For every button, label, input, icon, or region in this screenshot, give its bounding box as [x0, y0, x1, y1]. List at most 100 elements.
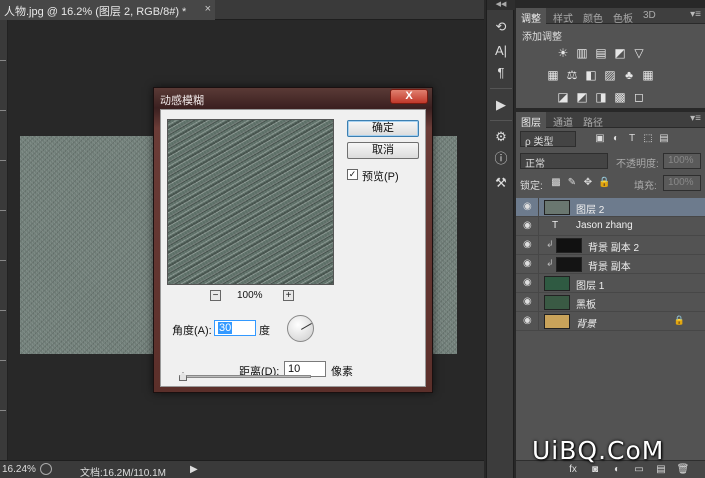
delete-layer-icon[interactable]: 🗑: [676, 463, 690, 477]
new-layer-icon[interactable]: ▤: [654, 463, 668, 477]
close-tab-icon[interactable]: ×: [205, 3, 211, 15]
preview-checkbox[interactable]: ✓: [347, 169, 358, 180]
photo-filter-icon[interactable]: ▨: [603, 68, 617, 82]
new-adjustment-layer-icon[interactable]: ◐: [610, 463, 624, 477]
layer-row[interactable]: ◉ 图层 1: [516, 274, 705, 293]
angle-input[interactable]: 30: [214, 320, 256, 336]
blend-mode-select[interactable]: 正常: [520, 153, 608, 170]
layer-name[interactable]: Jason zhang: [576, 220, 633, 231]
layer-thumbnail[interactable]: [544, 200, 570, 215]
filter-pixel-icon[interactable]: ▣: [594, 133, 606, 145]
curves-icon[interactable]: ▤: [594, 46, 608, 60]
filter-adjustment-icon[interactable]: ◐: [610, 133, 622, 145]
layer-row[interactable]: ◉ ↲ 背景 副本 2: [516, 236, 705, 255]
hue-saturation-icon[interactable]: ▦: [546, 68, 560, 82]
tab-color[interactable]: 颜色: [578, 8, 608, 25]
visibility-eye-icon[interactable]: ◉: [523, 202, 534, 212]
layer-kind-filter[interactable]: ρ 类型: [520, 131, 576, 148]
clipping-link-icon: ↲: [546, 258, 554, 268]
lock-position-icon[interactable]: ✥: [582, 177, 594, 189]
filter-smart-object-icon[interactable]: ▤: [658, 133, 670, 145]
layer-name[interactable]: 图层 1: [576, 277, 604, 292]
black-white-icon[interactable]: ◧: [584, 68, 598, 82]
layer-thumbnail[interactable]: [556, 238, 582, 253]
play-actions-icon[interactable]: ▶: [491, 96, 511, 114]
opacity-label: 不透明度:: [616, 159, 659, 170]
channel-mixer-icon[interactable]: ♣: [622, 68, 636, 82]
status-share-icon[interactable]: [40, 463, 52, 475]
layer-row[interactable]: ◉ ↲ 背景 副本: [516, 255, 705, 274]
collapse-icon[interactable]: ◀◀: [487, 0, 515, 10]
color-lookup-icon[interactable]: ▦: [641, 68, 655, 82]
layer-thumbnail[interactable]: [544, 314, 570, 329]
layer-thumbnail[interactable]: [556, 257, 582, 272]
gradient-map-icon[interactable]: ▩: [613, 90, 627, 104]
dialog-close-button[interactable]: X: [390, 89, 428, 104]
layer-thumbnail[interactable]: [544, 295, 570, 310]
visibility-eye-icon[interactable]: ◉: [523, 240, 534, 250]
cancel-button[interactable]: 取消: [347, 142, 419, 159]
zoom-in-button[interactable]: +: [283, 290, 294, 301]
history-icon[interactable]: ⟲: [491, 18, 511, 36]
tab-layers[interactable]: 图层: [516, 112, 546, 129]
blur-preview[interactable]: [167, 119, 334, 285]
motion-blur-dialog: 动感模糊 X − 100% + 确定 取消 ✓ 预览(P) 角度(A): 30 …: [153, 87, 433, 393]
distance-slider-track[interactable]: [179, 375, 311, 378]
filter-shape-icon[interactable]: ⬚: [642, 133, 654, 145]
brightness-contrast-icon[interactable]: ☀: [556, 46, 570, 60]
selective-color-icon[interactable]: ◻: [632, 90, 646, 104]
lock-all-icon[interactable]: 🔒: [598, 177, 610, 189]
add-mask-icon[interactable]: ◙: [588, 463, 602, 477]
zoom-out-button[interactable]: −: [210, 290, 221, 301]
tab-paths[interactable]: 路径: [578, 112, 608, 129]
vibrance-icon[interactable]: ▽: [632, 46, 646, 60]
posterize-icon[interactable]: ◩: [575, 90, 589, 104]
tab-3d[interactable]: 3D: [638, 8, 661, 24]
document-tab[interactable]: 人物.jpg @ 16.2% (图层 2, RGB/8#) * ×: [0, 0, 215, 20]
layer-name[interactable]: 图层 2: [576, 201, 604, 216]
lock-pixels-icon[interactable]: ✎: [566, 177, 578, 189]
layer-name[interactable]: 黑板: [576, 296, 596, 311]
layer-row[interactable]: ◉ T Jason zhang: [516, 217, 705, 236]
ok-button[interactable]: 确定: [347, 120, 419, 137]
layer-row[interactable]: ◉ 黑板: [516, 293, 705, 312]
layer-name[interactable]: 背景 副本 2: [588, 239, 639, 254]
color-balance-icon[interactable]: ⚖: [565, 68, 579, 82]
levels-icon[interactable]: ▥: [575, 46, 589, 60]
visibility-eye-icon[interactable]: ◉: [523, 316, 534, 326]
tab-adjustments[interactable]: 调整: [516, 8, 546, 25]
layer-row[interactable]: ◉ 图层 2: [516, 198, 705, 217]
character-icon[interactable]: A|: [491, 42, 511, 60]
opacity-input[interactable]: 100%: [663, 153, 701, 169]
tab-swatches[interactable]: 色板: [608, 8, 638, 25]
visibility-eye-icon[interactable]: ◉: [523, 278, 534, 288]
filter-type-icon[interactable]: T: [626, 133, 638, 145]
status-menu-arrow-icon[interactable]: ▶: [190, 464, 198, 475]
visibility-eye-icon[interactable]: ◉: [523, 297, 534, 307]
brush-presets-icon[interactable]: ⚙: [491, 128, 511, 146]
exposure-icon[interactable]: ◩: [613, 46, 627, 60]
lock-transparent-icon[interactable]: ▩: [550, 177, 562, 189]
tool-presets-icon[interactable]: ⚒: [491, 174, 511, 192]
paragraph-icon[interactable]: ¶: [491, 64, 511, 82]
zoom-level[interactable]: 16.24%: [2, 464, 36, 475]
info-icon[interactable]: ⓘ: [491, 150, 511, 168]
layers-menu-icon[interactable]: ▾≡: [690, 113, 701, 124]
lock-bar: 锁定: ▩ ✎ ✥ 🔒 填充: 100%: [520, 175, 701, 193]
visibility-eye-icon[interactable]: ◉: [523, 259, 534, 269]
layer-name[interactable]: 背景 副本: [588, 258, 631, 273]
layer-thumbnail[interactable]: [544, 276, 570, 291]
layer-row[interactable]: ◉ 背景 🔒: [516, 312, 705, 331]
layer-style-icon[interactable]: fx: [566, 463, 580, 477]
angle-dial[interactable]: [287, 315, 314, 342]
distance-slider-thumb[interactable]: [179, 372, 187, 381]
layer-name[interactable]: 背景: [576, 315, 596, 330]
fill-input[interactable]: 100%: [663, 175, 701, 191]
new-group-icon[interactable]: ▭: [632, 463, 646, 477]
tab-styles[interactable]: 样式: [548, 8, 578, 25]
threshold-icon[interactable]: ◨: [594, 90, 608, 104]
invert-icon[interactable]: ◪: [556, 90, 570, 104]
visibility-eye-icon[interactable]: ◉: [523, 221, 534, 231]
panel-menu-icon[interactable]: ▾≡: [690, 9, 701, 20]
tab-channels[interactable]: 通道: [548, 112, 578, 129]
